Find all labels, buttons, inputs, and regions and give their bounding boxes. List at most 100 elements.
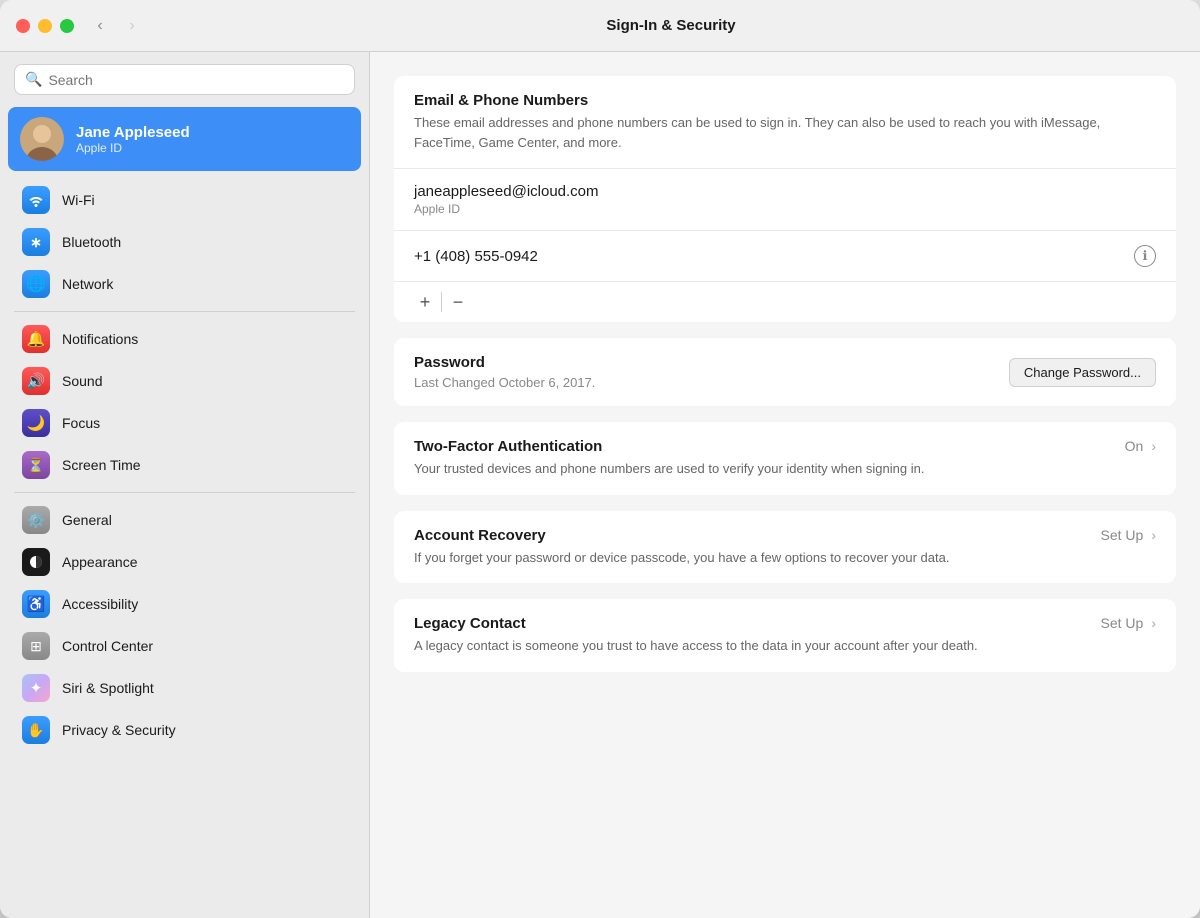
sidebar-item-wifi[interactable]: Wi-Fi — [8, 179, 361, 221]
nav-buttons: ‹ › — [86, 15, 146, 37]
password-row: Password Last Changed October 6, 2017. C… — [394, 338, 1176, 406]
sidebar-item-privacy[interactable]: ✋ Privacy & Security — [8, 709, 361, 751]
legacy-contact-desc: A legacy contact is someone you trust to… — [414, 636, 1085, 656]
search-icon: 🔍 — [25, 71, 42, 88]
separator-1 — [14, 311, 355, 312]
sidebar-item-label-wifi: Wi-Fi — [62, 192, 95, 208]
sidebar-item-general[interactable]: ⚙️ General — [8, 499, 361, 541]
account-recovery-right: Set Up › — [1101, 527, 1156, 543]
password-title: Password — [414, 354, 595, 371]
phone-number: +1 (408) 555-0942 — [414, 248, 538, 265]
sidebar-item-bluetooth[interactable]: ∗ Bluetooth — [8, 221, 361, 263]
separator-2 — [14, 492, 355, 493]
email-address: janeappleseed@icloud.com — [414, 183, 1156, 200]
email-section-header: Email & Phone Numbers These email addres… — [394, 76, 1176, 169]
phone-info-icon[interactable]: ℹ — [1134, 245, 1156, 267]
close-button[interactable] — [16, 19, 30, 33]
sidebar: 🔍 Jane Appleseed Apple ID — [0, 52, 370, 918]
account-recovery-card[interactable]: Account Recovery If you forget your pass… — [394, 511, 1176, 584]
accessibility-icon: ♿ — [22, 590, 50, 618]
tfa-status: On — [1125, 438, 1144, 454]
sidebar-item-label-appearance: Appearance — [62, 554, 138, 570]
remove-button[interactable]: − — [443, 290, 473, 314]
window-title: Sign-In & Security — [158, 17, 1184, 34]
sidebar-item-label-accessibility: Accessibility — [62, 596, 138, 612]
siri-icon: ✦ — [22, 674, 50, 702]
user-name: Jane Appleseed — [76, 124, 190, 141]
sidebar-item-label-privacy: Privacy & Security — [62, 722, 176, 738]
traffic-lights — [16, 19, 74, 33]
search-bar[interactable]: 🔍 — [14, 64, 355, 95]
sidebar-item-label-sound: Sound — [62, 373, 102, 389]
email-phone-card: Email & Phone Numbers These email addres… — [394, 76, 1176, 322]
legacy-contact-right: Set Up › — [1101, 615, 1156, 631]
legacy-contact-row[interactable]: Legacy Contact A legacy contact is someo… — [394, 599, 1176, 672]
account-recovery-row[interactable]: Account Recovery If you forget your pass… — [394, 511, 1176, 584]
wifi-icon — [22, 186, 50, 214]
email-type: Apple ID — [414, 202, 1156, 216]
sidebar-item-controlcenter[interactable]: ⊞ Control Center — [8, 625, 361, 667]
add-button[interactable]: + — [410, 290, 440, 314]
legacy-contact-chevron-icon: › — [1151, 615, 1156, 631]
network-icon: 🌐 — [22, 270, 50, 298]
general-icon: ⚙️ — [22, 506, 50, 534]
tfa-row[interactable]: Two-Factor Authentication Your trusted d… — [394, 422, 1176, 495]
account-recovery-content: Account Recovery If you forget your pass… — [414, 527, 1085, 568]
search-input[interactable] — [48, 72, 344, 88]
account-recovery-title: Account Recovery — [414, 527, 1085, 544]
password-info: Password Last Changed October 6, 2017. — [414, 354, 595, 390]
sidebar-item-network[interactable]: 🌐 Network — [8, 263, 361, 305]
privacy-icon: ✋ — [22, 716, 50, 744]
tfa-content: Two-Factor Authentication Your trusted d… — [414, 438, 1109, 479]
tfa-desc: Your trusted devices and phone numbers a… — [414, 459, 1109, 479]
notifications-icon: 🔔 — [22, 325, 50, 353]
tfa-chevron-icon: › — [1151, 438, 1156, 454]
last-changed: Last Changed October 6, 2017. — [414, 375, 595, 390]
main-content: 🔍 Jane Appleseed Apple ID — [0, 52, 1200, 918]
account-recovery-desc: If you forget your password or device pa… — [414, 548, 1085, 568]
sidebar-item-label-network: Network — [62, 276, 113, 292]
sidebar-item-label-notifications: Notifications — [62, 331, 138, 347]
tfa-title: Two-Factor Authentication — [414, 438, 1109, 455]
sidebar-item-appearance[interactable]: Appearance — [8, 541, 361, 583]
legacy-contact-content: Legacy Contact A legacy contact is someo… — [414, 615, 1085, 656]
password-card: Password Last Changed October 6, 2017. C… — [394, 338, 1176, 406]
user-profile-item[interactable]: Jane Appleseed Apple ID — [8, 107, 361, 171]
sidebar-item-label-bluetooth: Bluetooth — [62, 234, 121, 250]
tfa-card[interactable]: Two-Factor Authentication Your trusted d… — [394, 422, 1176, 495]
minimize-button[interactable] — [38, 19, 52, 33]
sidebar-item-focus[interactable]: 🌙 Focus — [8, 402, 361, 444]
account-recovery-status: Set Up — [1101, 527, 1144, 543]
email-row: janeappleseed@icloud.com Apple ID — [394, 169, 1176, 231]
avatar — [20, 117, 64, 161]
sidebar-item-label-controlcenter: Control Center — [62, 638, 153, 654]
controlcenter-icon: ⊞ — [22, 632, 50, 660]
focus-icon: 🌙 — [22, 409, 50, 437]
sidebar-item-label-focus: Focus — [62, 415, 100, 431]
sidebar-item-label-screentime: Screen Time — [62, 457, 141, 473]
phone-row: +1 (408) 555-0942 ℹ — [394, 231, 1176, 282]
bluetooth-icon: ∗ — [22, 228, 50, 256]
sidebar-item-siri[interactable]: ✦ Siri & Spotlight — [8, 667, 361, 709]
sidebar-item-screentime[interactable]: ⏳ Screen Time — [8, 444, 361, 486]
titlebar: ‹ › Sign-In & Security — [0, 0, 1200, 52]
sound-icon: 🔊 — [22, 367, 50, 395]
sidebar-item-label-general: General — [62, 512, 112, 528]
back-button[interactable]: ‹ — [86, 15, 114, 37]
email-section-desc: These email addresses and phone numbers … — [414, 113, 1156, 152]
maximize-button[interactable] — [60, 19, 74, 33]
screentime-icon: ⏳ — [22, 451, 50, 479]
sidebar-item-sound[interactable]: 🔊 Sound — [8, 360, 361, 402]
settings-window: ‹ › Sign-In & Security 🔍 — [0, 0, 1200, 918]
user-info: Jane Appleseed Apple ID — [76, 124, 190, 155]
legacy-contact-card[interactable]: Legacy Contact A legacy contact is someo… — [394, 599, 1176, 672]
appearance-icon — [22, 548, 50, 576]
sidebar-item-notifications[interactable]: 🔔 Notifications — [8, 318, 361, 360]
change-password-button[interactable]: Change Password... — [1009, 358, 1156, 387]
sidebar-item-label-siri: Siri & Spotlight — [62, 680, 154, 696]
sidebar-item-accessibility[interactable]: ♿ Accessibility — [8, 583, 361, 625]
add-remove-divider — [441, 292, 442, 312]
forward-button[interactable]: › — [118, 15, 146, 37]
account-recovery-chevron-icon: › — [1151, 527, 1156, 543]
legacy-contact-title: Legacy Contact — [414, 615, 1085, 632]
